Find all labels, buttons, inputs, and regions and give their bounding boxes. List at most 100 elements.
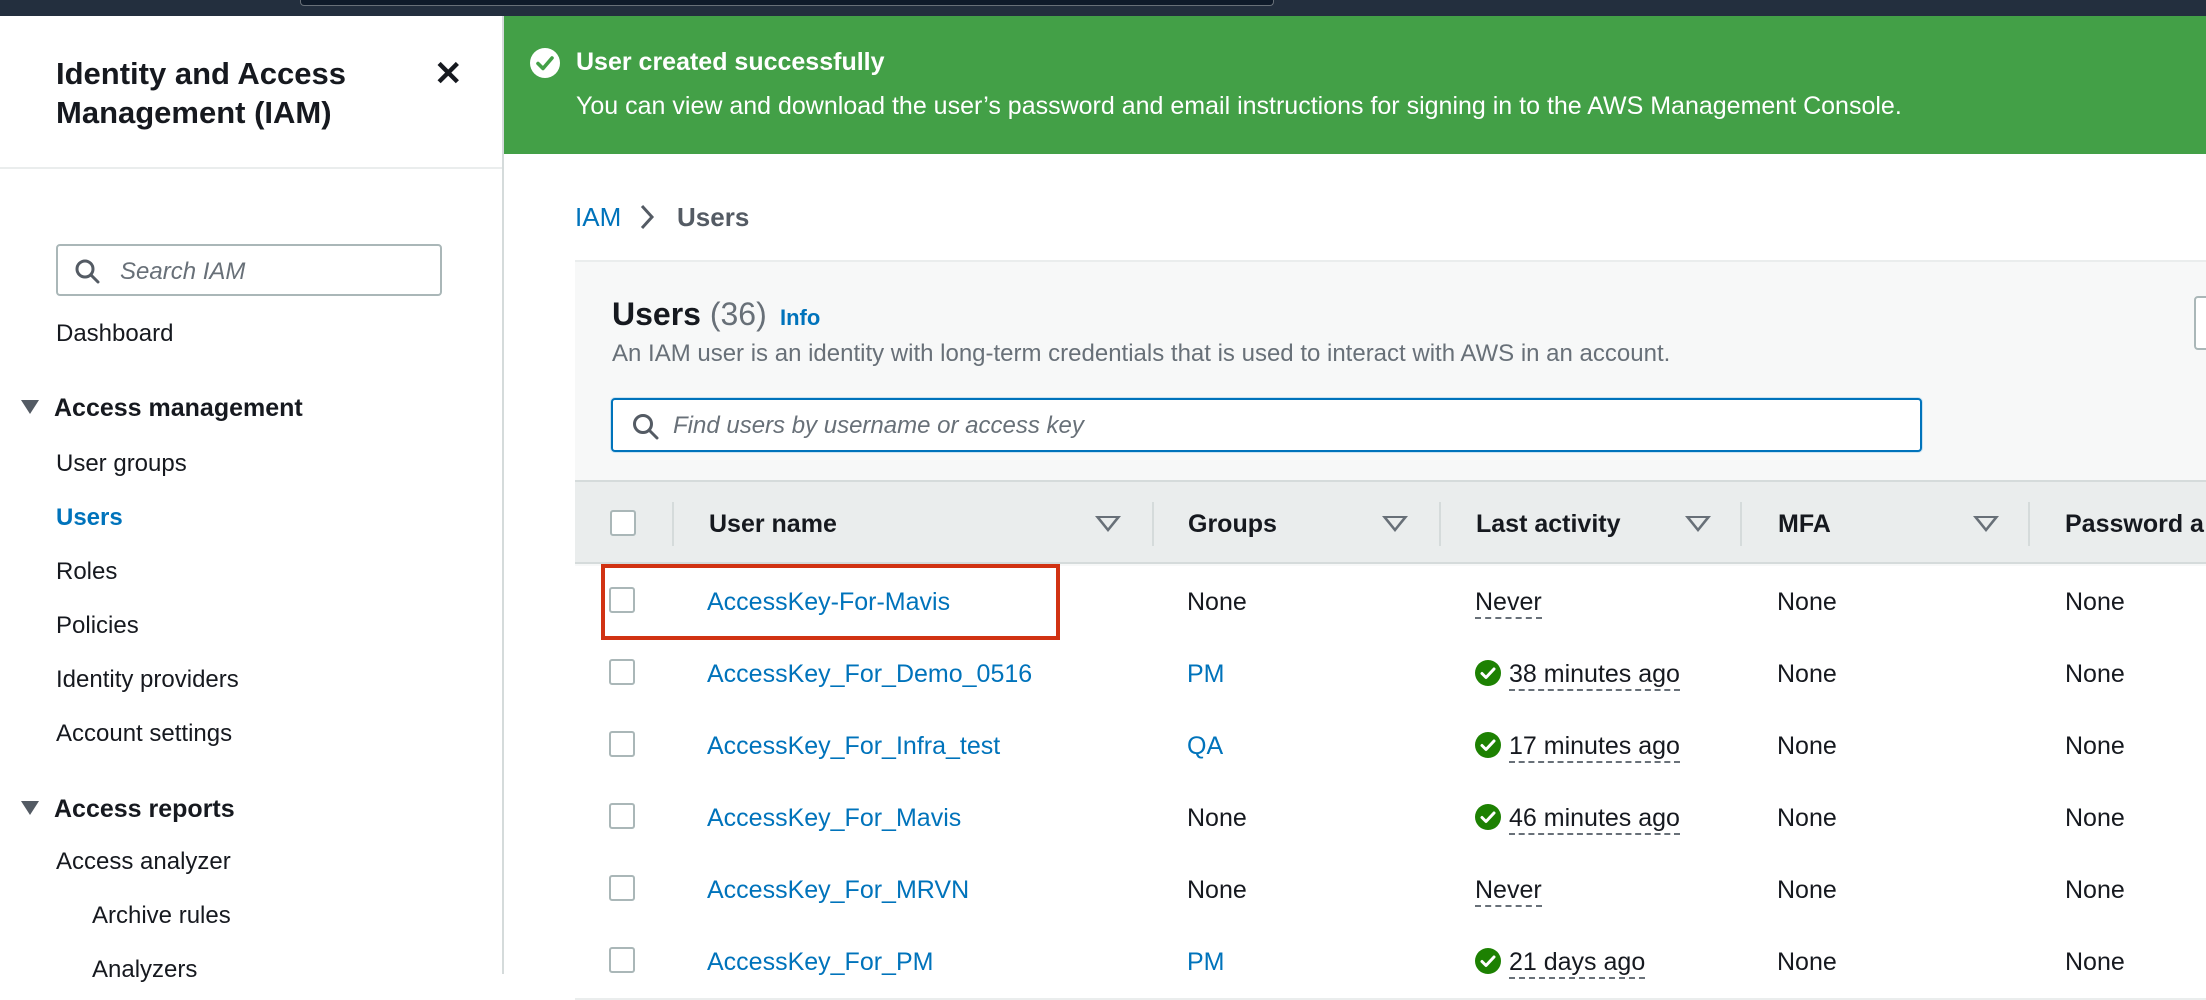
- user-password-age: None: [2065, 660, 2125, 688]
- sidebar-item-user-groups[interactable]: User groups: [56, 450, 187, 478]
- last-activity-text: Never: [1475, 876, 1542, 907]
- sidebar-title: Identity and Access Management (IAM): [56, 56, 347, 130]
- row-checkbox[interactable]: [609, 803, 635, 829]
- success-check-icon: [1475, 948, 1501, 974]
- column-header-password-age[interactable]: Password a: [2065, 510, 2204, 539]
- search-icon: [633, 414, 659, 440]
- user-groups-link[interactable]: PM: [1187, 948, 1225, 977]
- highlight-box: [601, 564, 1060, 640]
- user-name-link[interactable]: AccessKey_For_Infra_test: [707, 732, 1000, 761]
- user-name-link[interactable]: AccessKey_For_Demo_0516: [707, 660, 1032, 689]
- column-divider: [1152, 502, 1154, 546]
- user-password-age: None: [2065, 948, 2125, 976]
- user-mfa: None: [1777, 588, 1837, 616]
- success-check-icon: [530, 48, 560, 78]
- sidebar-item-analyzers[interactable]: Analyzers: [92, 956, 197, 984]
- success-check-icon: [1475, 660, 1501, 686]
- last-activity-text: Never: [1475, 588, 1542, 619]
- console-top-bar: [0, 0, 2206, 16]
- users-count: (36): [709, 296, 767, 332]
- last-activity: Never: [1475, 876, 1542, 907]
- info-link[interactable]: Info: [780, 305, 820, 331]
- banner-title: User created successfully: [576, 48, 885, 76]
- last-activity: Never: [1475, 588, 1542, 619]
- last-activity: 21 days ago: [1475, 948, 1646, 979]
- last-activity-text: 21 days ago: [1509, 948, 1646, 979]
- column-divider: [1740, 502, 1742, 546]
- users-title: Users: [612, 296, 701, 332]
- sidebar-item-identity-providers[interactable]: Identity providers: [56, 666, 239, 694]
- sidebar-item-users[interactable]: Users: [56, 504, 123, 532]
- last-activity: 17 minutes ago: [1475, 732, 1680, 763]
- row-checkbox[interactable]: [609, 659, 635, 685]
- user-name-link[interactable]: AccessKey_For_Mavis: [707, 804, 961, 833]
- close-icon[interactable]: ✕: [434, 54, 463, 94]
- column-header-user-name[interactable]: User name: [709, 510, 837, 539]
- user-mfa: None: [1777, 804, 1837, 832]
- banner-message: You can view and download the user’s pas…: [576, 92, 1902, 120]
- table-row: AccessKey_For_MRVN None Never None None: [575, 854, 2206, 928]
- user-search-placeholder: Find users by username or access key: [673, 412, 1084, 439]
- user-groups-link[interactable]: PM: [1187, 660, 1225, 689]
- select-all-checkbox[interactable]: [610, 510, 636, 536]
- success-check-icon: [1475, 732, 1501, 758]
- breadcrumb-users: Users: [677, 202, 750, 232]
- row-checkbox[interactable]: [609, 875, 635, 901]
- user-search-input[interactable]: Find users by username or access key: [611, 398, 1922, 452]
- sidebar-item-policies[interactable]: Policies: [56, 612, 139, 640]
- user-mfa: None: [1777, 876, 1837, 904]
- user-password-age: None: [2065, 732, 2125, 760]
- table-row: AccessKey_For_Demo_0516 PM 38 minutes ag…: [575, 638, 2206, 712]
- user-password-age: None: [2065, 876, 2125, 904]
- sidebar-item-archive-rules[interactable]: Archive rules: [92, 902, 231, 930]
- column-header-groups[interactable]: Groups: [1188, 510, 1277, 539]
- table-row: AccessKey_For_Infra_test QA 17 minutes a…: [575, 710, 2206, 784]
- sidebar-divider: [0, 167, 502, 169]
- column-divider: [1439, 502, 1441, 546]
- sidebar-item-roles[interactable]: Roles: [56, 558, 117, 586]
- user-password-age: None: [2065, 804, 2125, 832]
- column-divider: [672, 502, 674, 546]
- sidebar-item-access-analyzer[interactable]: Access analyzer: [56, 848, 231, 876]
- caret-down-icon[interactable]: [21, 400, 39, 414]
- column-divider: [2028, 502, 2030, 546]
- sidebar-item-account-settings[interactable]: Account settings: [56, 720, 232, 748]
- table-row: AccessKey_For_PM PM 21 days ago None Non…: [575, 926, 2206, 1000]
- page-title: Users (36): [612, 296, 767, 333]
- user-name-link[interactable]: AccessKey_For_MRVN: [707, 876, 969, 905]
- users-description: An IAM user is an identity with long-ter…: [612, 340, 1671, 367]
- search-iam-input[interactable]: Search IAM: [56, 244, 442, 296]
- row-checkbox[interactable]: [609, 731, 635, 757]
- column-header-mfa[interactable]: MFA: [1778, 510, 1831, 539]
- row-checkbox[interactable]: [609, 947, 635, 973]
- console-search-field[interactable]: [300, 0, 1274, 6]
- user-mfa: None: [1777, 732, 1837, 760]
- last-activity-text: 38 minutes ago: [1509, 660, 1680, 691]
- user-groups: None: [1187, 804, 1247, 832]
- sidebar-section-access-management[interactable]: Access management: [54, 394, 303, 423]
- breadcrumb-iam[interactable]: IAM: [575, 202, 621, 233]
- search-icon: [75, 259, 100, 284]
- sidebar-section-access-reports[interactable]: Access reports: [54, 795, 235, 824]
- column-header-last-activity[interactable]: Last activity: [1476, 510, 1621, 539]
- last-activity-text: 46 minutes ago: [1509, 804, 1680, 835]
- last-activity: 46 minutes ago: [1475, 804, 1680, 835]
- success-banner: User created successfully You can view a…: [504, 16, 2206, 154]
- search-iam-placeholder: Search IAM: [120, 258, 246, 285]
- chevron-right-icon: [640, 204, 655, 230]
- table-header: User name Groups Last activity MFA Passw…: [575, 480, 2206, 564]
- success-check-icon: [1475, 804, 1501, 830]
- sidebar-item-dashboard[interactable]: Dashboard: [56, 320, 173, 348]
- last-activity-text: 17 minutes ago: [1509, 732, 1680, 763]
- caret-down-icon[interactable]: [21, 801, 39, 815]
- table-row: AccessKey_For_Mavis None 46 minutes ago …: [575, 782, 2206, 856]
- user-mfa: None: [1777, 948, 1837, 976]
- user-groups: None: [1187, 876, 1247, 904]
- refresh-button[interactable]: [2194, 296, 2206, 350]
- user-name-link[interactable]: AccessKey_For_PM: [707, 948, 933, 977]
- user-groups-link[interactable]: QA: [1187, 732, 1223, 761]
- user-groups: None: [1187, 588, 1247, 616]
- last-activity: 38 minutes ago: [1475, 660, 1680, 691]
- user-mfa: None: [1777, 660, 1837, 688]
- sidebar: Identity and Access Management (IAM) ✕ S…: [0, 16, 504, 983]
